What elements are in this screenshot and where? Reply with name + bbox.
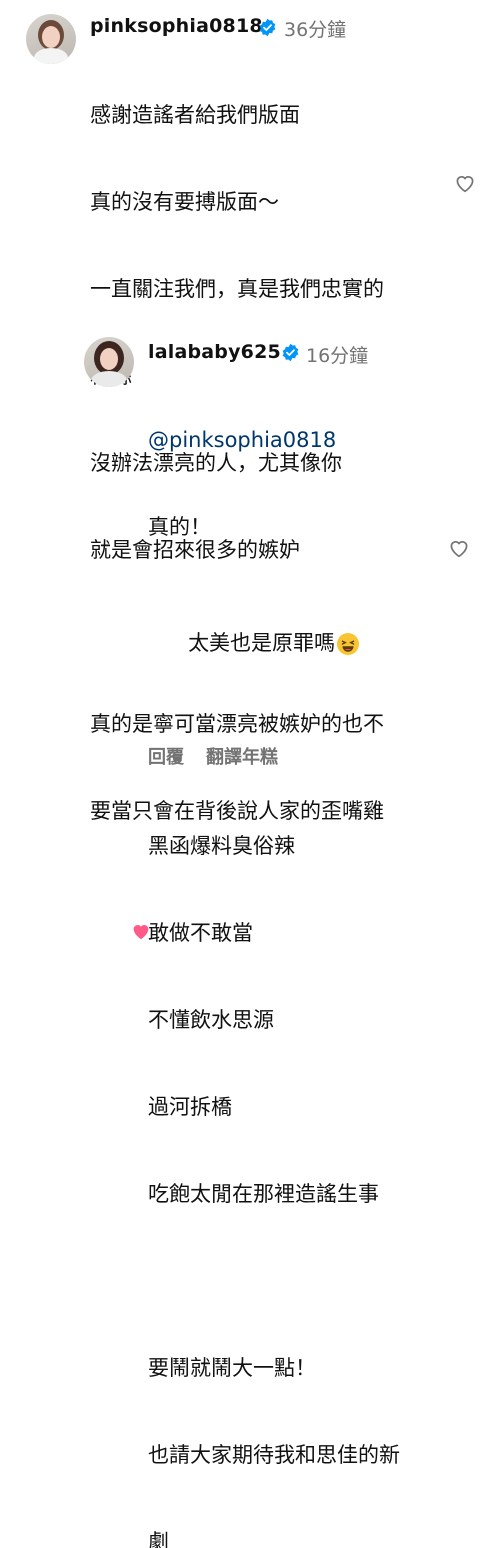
reply-blank-line — [148, 1267, 448, 1296]
reply-line: 要鬧就鬧大一點！ — [148, 1356, 316, 1380]
comment-username[interactable]: pinksophia0818 — [90, 15, 263, 37]
reply-line-with-emoji: 太美也是原罪嗎 — [148, 600, 448, 687]
reply-line: 真的！ — [148, 515, 211, 539]
like-heart-icon[interactable] — [446, 536, 472, 560]
reply-line: 吃飽太閒在那裡造謠生事 — [148, 1182, 379, 1206]
reply-username[interactable]: lalababy625 — [148, 341, 281, 363]
reply-line: 不懂飲水思源 — [148, 1008, 274, 1032]
comment-line: 一直關注我們，真是我們忠實的 — [90, 277, 384, 301]
comment-actions: 回覆 翻譯年糕 — [148, 743, 300, 769]
reply-line: 過河拆橋 — [148, 1095, 232, 1119]
reply-button[interactable]: 回覆 — [148, 747, 184, 768]
reply-text: @pinksophia0818 真的！ 太美也是原罪嗎 黑函爆料臭俗辣 敢做不敢… — [148, 368, 448, 1548]
verified-badge-icon — [259, 18, 276, 37]
comment-line: 真的沒有要搏版面～ — [90, 190, 279, 214]
reply-line: 也請大家期待我和思佳的新 — [148, 1443, 400, 1467]
reply-line: 敢做不敢當 — [148, 921, 253, 945]
comment-line: 感謝造謠者給我們版面 — [90, 103, 300, 127]
reply-avatar[interactable] — [84, 337, 134, 387]
translate-button[interactable]: 翻譯年糕 — [206, 747, 278, 768]
like-heart-icon[interactable] — [452, 171, 478, 195]
reply-timestamp: 16分鐘 — [306, 345, 369, 367]
reply-line: 劇 — [148, 1530, 169, 1548]
mention-link[interactable]: @pinksophia0818 — [148, 426, 448, 455]
reply-line: 黑函爆料臭俗辣 — [148, 834, 295, 858]
comment-timestamp: 36分鐘 — [284, 19, 347, 41]
grinning-squinting-face-emoji — [337, 633, 360, 655]
verified-badge-icon — [282, 343, 299, 362]
avatar[interactable] — [26, 14, 76, 64]
